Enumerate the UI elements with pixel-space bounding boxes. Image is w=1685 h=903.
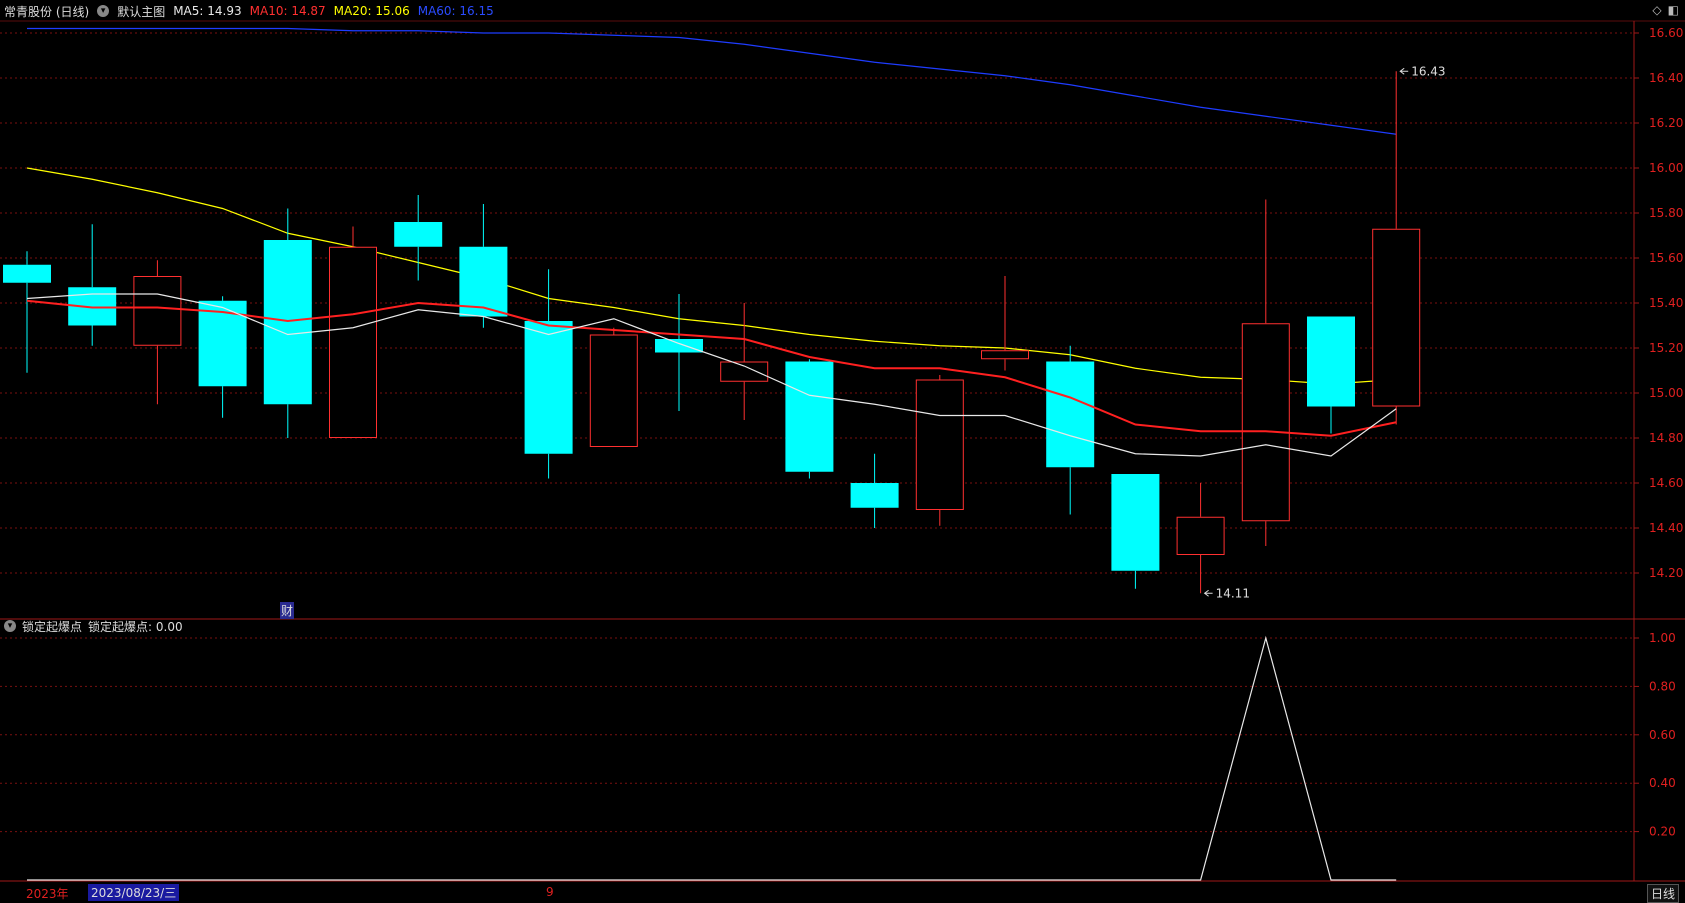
candle [394, 195, 443, 281]
candle [915, 375, 964, 526]
candle-body [785, 361, 834, 472]
period-button[interactable]: 日线 [1646, 884, 1679, 903]
candle [785, 359, 834, 479]
current-date: 2023/08/23/三 [88, 884, 180, 901]
candle [589, 327, 638, 447]
candle-body [394, 222, 443, 247]
y-tick-label: 0.20 [1649, 825, 1676, 839]
template-label[interactable]: 默认主图 [117, 3, 165, 20]
annotation-label: 16.43 [1411, 64, 1445, 78]
candle-body [915, 379, 964, 510]
y-tick-label: 0.80 [1649, 679, 1676, 693]
candle-body [1307, 316, 1355, 407]
candle-body [3, 264, 51, 283]
candle [1111, 474, 1160, 589]
candle-body [263, 240, 312, 405]
finance-badge[interactable]: 财 [280, 602, 295, 619]
ma20-value: MA20: 15.06 [333, 4, 410, 18]
year-label: 2023年 [26, 887, 69, 901]
ma10-value: MA10: 14.87 [249, 4, 326, 18]
candle [1372, 71, 1421, 425]
panel-toggle-icon[interactable]: ◧ [1668, 3, 1679, 17]
candle-body [133, 276, 182, 346]
chart-canvas: 16.60 16.40 16.20 16.00 15.80 15.60 15.40 15.20… [0, 20, 1685, 882]
chevron-down-icon[interactable]: ▾ [97, 5, 110, 17]
y-tick-label: 14.40 [1649, 521, 1683, 535]
date-bar: 2023年 2023/08/23/三 9 日线 [0, 882, 1685, 903]
candle [68, 224, 117, 346]
indicator-value: 锁定起爆点: 0.00 [88, 619, 183, 634]
candle [329, 226, 377, 438]
y-tick-label: 16.60 [1649, 26, 1683, 40]
candle [981, 276, 1029, 371]
y-tick-label: 14.60 [1649, 476, 1683, 490]
annotation-arrow [1399, 67, 1409, 75]
y-tick-label: 0.60 [1649, 728, 1676, 742]
y-tick-label: 16.00 [1649, 161, 1683, 175]
y-tick-label: 0.40 [1649, 776, 1676, 790]
ma60-line [27, 27, 1397, 135]
candle-body [850, 483, 899, 508]
y-tick-label: 16.40 [1649, 71, 1683, 85]
candle [263, 208, 312, 438]
candle [1241, 199, 1290, 546]
y-tick-label: 14.20 [1649, 566, 1683, 580]
stock-title[interactable]: 常青股份 (日线) [4, 3, 89, 20]
ma5-value: MA5: 14.93 [173, 4, 242, 18]
candle [133, 260, 182, 405]
y-tick-label: 16.20 [1649, 116, 1683, 130]
candle-body [1241, 323, 1290, 522]
candle [1307, 316, 1355, 434]
indicator-name[interactable]: 锁定起爆点 [22, 618, 82, 635]
window-controls: ◇ ◧ [1652, 3, 1679, 17]
candle-body [1111, 474, 1160, 571]
candle-body [720, 361, 769, 382]
candle [3, 251, 51, 373]
y-tick-label: 15.00 [1649, 386, 1683, 400]
y-tick-label: 1.00 [1649, 631, 1676, 645]
candle-body [981, 350, 1029, 360]
y-tick-label: 15.60 [1649, 251, 1683, 265]
annotation-arrow [1203, 589, 1213, 597]
ma60-value: MA60: 16.15 [417, 4, 494, 18]
candle [720, 303, 769, 420]
candle-body [1176, 516, 1225, 555]
indicator-line [27, 635, 1397, 881]
candle-body [1046, 361, 1095, 468]
diamond-icon[interactable]: ◇ [1652, 3, 1661, 17]
candle [1176, 483, 1225, 594]
main-chart-header: 常青股份 (日线) ▾ 默认主图 MA5: 14.93 MA10: 14.87 … [4, 2, 494, 20]
candle [459, 204, 508, 328]
y-tick-label: 15.20 [1649, 341, 1683, 355]
candle-body [524, 321, 573, 454]
y-tick-label: 15.40 [1649, 296, 1683, 310]
month-marker: 9 [546, 885, 554, 899]
candle-body [589, 334, 638, 447]
annotation-label: 14.11 [1216, 586, 1250, 600]
chevron-down-icon[interactable]: ▾ [4, 620, 16, 632]
candle-body [1372, 228, 1421, 407]
indicator-header: ▾ 锁定起爆点 锁定起爆点: 0.00 [4, 617, 183, 635]
candle [850, 453, 899, 528]
y-tick-label: 14.80 [1649, 431, 1683, 445]
candle-body [329, 246, 377, 438]
candle-body [655, 339, 703, 353]
y-tick-label: 15.80 [1649, 206, 1683, 220]
